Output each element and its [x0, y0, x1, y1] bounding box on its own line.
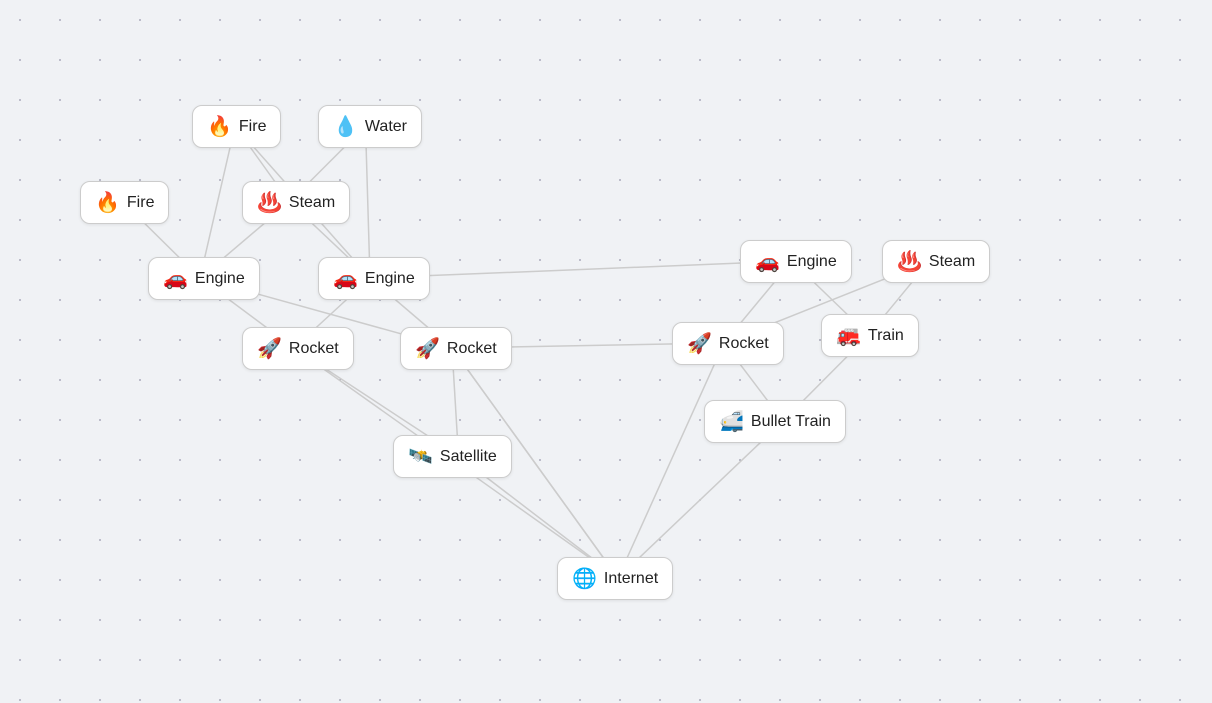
node-emoji-fire1: 🔥 — [207, 114, 232, 139]
node-fire1[interactable]: 🔥 Fire — [192, 105, 281, 148]
node-emoji-engine1: 🚗 — [163, 266, 188, 291]
node-label-rocket1: Rocket — [289, 340, 339, 358]
node-label-fire1: Fire — [239, 118, 267, 136]
node-train1[interactable]: 🚒 Train — [821, 314, 919, 357]
node-water1[interactable]: 💧 Water — [318, 105, 422, 148]
node-label-bullettrain1: Bullet Train — [751, 413, 831, 431]
node-internet1[interactable]: 🌐 Internet — [557, 557, 673, 600]
node-label-satellite1: Satellite — [440, 448, 497, 466]
node-label-engine3: Engine — [787, 253, 837, 271]
node-label-rocket3: Rocket — [719, 335, 769, 353]
node-emoji-train1: 🚒 — [836, 323, 861, 348]
node-emoji-engine3: 🚗 — [755, 249, 780, 274]
node-emoji-rocket2: 🚀 — [415, 336, 440, 361]
node-label-steam2: Steam — [929, 253, 975, 271]
node-emoji-internet1: 🌐 — [572, 566, 597, 591]
node-rocket2[interactable]: 🚀 Rocket — [400, 327, 512, 370]
node-emoji-bullettrain1: 🚅 — [719, 409, 744, 434]
node-emoji-water1: 💧 — [333, 114, 358, 139]
node-emoji-rocket3: 🚀 — [687, 331, 712, 356]
node-rocket1[interactable]: 🚀 Rocket — [242, 327, 354, 370]
node-label-engine2: Engine — [365, 270, 415, 288]
node-steam1[interactable]: ♨️ Steam — [242, 181, 350, 224]
node-emoji-satellite1: 🛰️ — [408, 444, 433, 469]
node-label-steam1: Steam — [289, 194, 335, 212]
node-rocket3[interactable]: 🚀 Rocket — [672, 322, 784, 365]
node-label-internet1: Internet — [604, 570, 658, 588]
node-bullettrain1[interactable]: 🚅 Bullet Train — [704, 400, 846, 443]
node-emoji-steam2: ♨️ — [897, 249, 922, 274]
node-emoji-rocket1: 🚀 — [257, 336, 282, 361]
node-steam2[interactable]: ♨️ Steam — [882, 240, 990, 283]
node-label-rocket2: Rocket — [447, 340, 497, 358]
node-engine1[interactable]: 🚗 Engine — [148, 257, 260, 300]
node-emoji-steam1: ♨️ — [257, 190, 282, 215]
node-engine2[interactable]: 🚗 Engine — [318, 257, 430, 300]
node-label-fire2: Fire — [127, 194, 155, 212]
node-engine3[interactable]: 🚗 Engine — [740, 240, 852, 283]
node-emoji-fire2: 🔥 — [95, 190, 120, 215]
node-emoji-engine2: 🚗 — [333, 266, 358, 291]
node-fire2[interactable]: 🔥 Fire — [80, 181, 169, 224]
node-label-engine1: Engine — [195, 270, 245, 288]
node-label-train1: Train — [868, 327, 904, 345]
node-label-water1: Water — [365, 118, 407, 136]
node-satellite1[interactable]: 🛰️ Satellite — [393, 435, 512, 478]
